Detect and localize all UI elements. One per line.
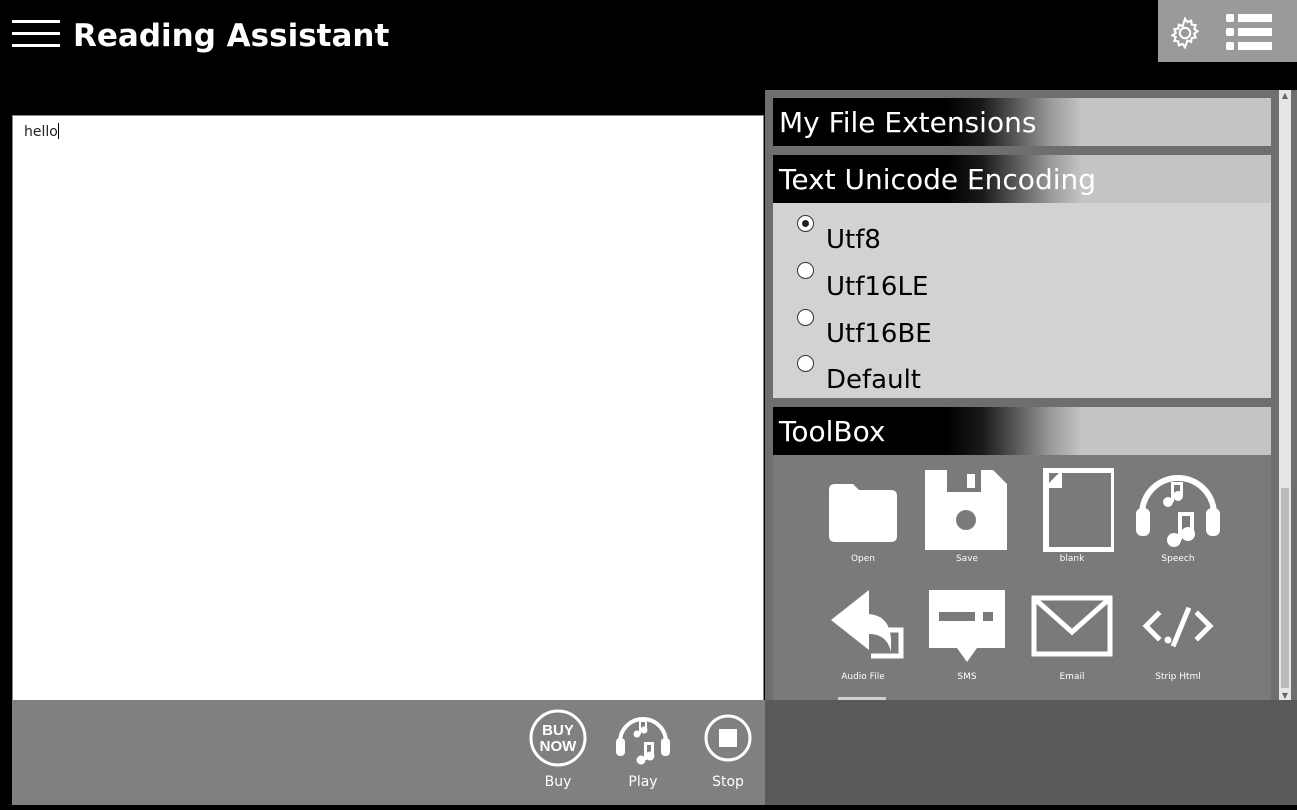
stop-button[interactable]: Stop	[693, 708, 763, 790]
tool-save[interactable]: Save	[917, 468, 1017, 564]
scroll-thumb[interactable]	[1281, 488, 1289, 688]
tool-email[interactable]: Email	[1022, 590, 1122, 682]
tool-audio-file[interactable]: Audio File	[813, 590, 913, 682]
tool-blank[interactable]: blank	[1022, 468, 1122, 564]
radio-utf8-label: Utf8	[826, 225, 881, 255]
svg-text:NOW: NOW	[540, 738, 578, 755]
editor-content: hello	[24, 123, 59, 140]
tool-audio-file-label: Audio File	[841, 672, 885, 682]
svg-text:BUY: BUY	[542, 722, 574, 739]
radio-default-circle[interactable]	[797, 355, 814, 372]
radio-utf16le-label: Utf16LE	[826, 272, 929, 302]
buy-button[interactable]: BUY NOW Buy	[523, 708, 593, 790]
stop-label: Stop	[712, 774, 744, 790]
radio-default-label: Default	[826, 365, 921, 395]
folder-icon	[829, 484, 897, 542]
tool-speech[interactable]: Speech	[1128, 464, 1228, 564]
floppy-icon	[925, 470, 1007, 550]
text-editor[interactable]: hello	[12, 115, 764, 701]
headphones-play-icon	[616, 717, 670, 765]
tool-save-label: Save	[955, 554, 979, 564]
buy-now-icon: BUY NOW	[529, 709, 587, 767]
email-icon	[1031, 595, 1113, 657]
list-icon[interactable]	[1224, 12, 1274, 52]
play-label: Play	[628, 774, 658, 790]
tool-open[interactable]: Open	[813, 468, 913, 564]
tool-strip-html[interactable]: Strip Html	[1128, 590, 1228, 682]
tool-blank-label: blank	[1059, 554, 1085, 564]
app-title: Reading Assistant	[73, 18, 390, 54]
gear-icon[interactable]	[1166, 14, 1204, 52]
encoding-options: Utf8 Utf16LE Utf16BE Default	[773, 203, 1271, 398]
tool-speech-label: Speech	[1161, 554, 1195, 564]
side-panel-scrollbar[interactable]: ▲ ▼	[1279, 90, 1291, 702]
scroll-up-icon[interactable]: ▲	[1279, 90, 1291, 102]
section-file-extensions[interactable]: My File Extensions	[773, 98, 1271, 146]
blank-page-icon	[1043, 468, 1114, 552]
radio-utf16be-label: Utf16BE	[826, 319, 932, 349]
tool-open-label: Open	[850, 554, 876, 564]
top-right-toolbar	[1158, 0, 1297, 62]
hamburger-menu-icon[interactable]	[12, 20, 60, 52]
section-encoding[interactable]: Text Unicode Encoding	[773, 155, 1271, 203]
sms-icon	[929, 590, 1005, 662]
tool-email-label: Email	[1059, 672, 1085, 682]
section-toolbox[interactable]: ToolBox	[773, 407, 1271, 455]
tool-sms-label: SMS	[957, 672, 977, 682]
bottom-bar-right	[765, 700, 1297, 805]
stop-icon	[704, 714, 752, 762]
radio-utf8-circle[interactable]	[797, 215, 814, 232]
text-caret	[57, 123, 59, 139]
audio-file-icon	[831, 590, 904, 659]
title-bar: Reading Assistant	[0, 0, 1297, 90]
play-button[interactable]: Play	[608, 708, 678, 790]
code-icon	[1142, 606, 1214, 648]
buy-label: Buy	[544, 774, 572, 790]
tool-strip-html-label: Strip Html	[1155, 672, 1201, 682]
tool-sms[interactable]: SMS	[917, 590, 1017, 682]
headphones-music-icon	[1136, 475, 1220, 547]
radio-utf16le-circle[interactable]	[797, 262, 814, 279]
radio-utf16be-circle[interactable]	[797, 309, 814, 326]
